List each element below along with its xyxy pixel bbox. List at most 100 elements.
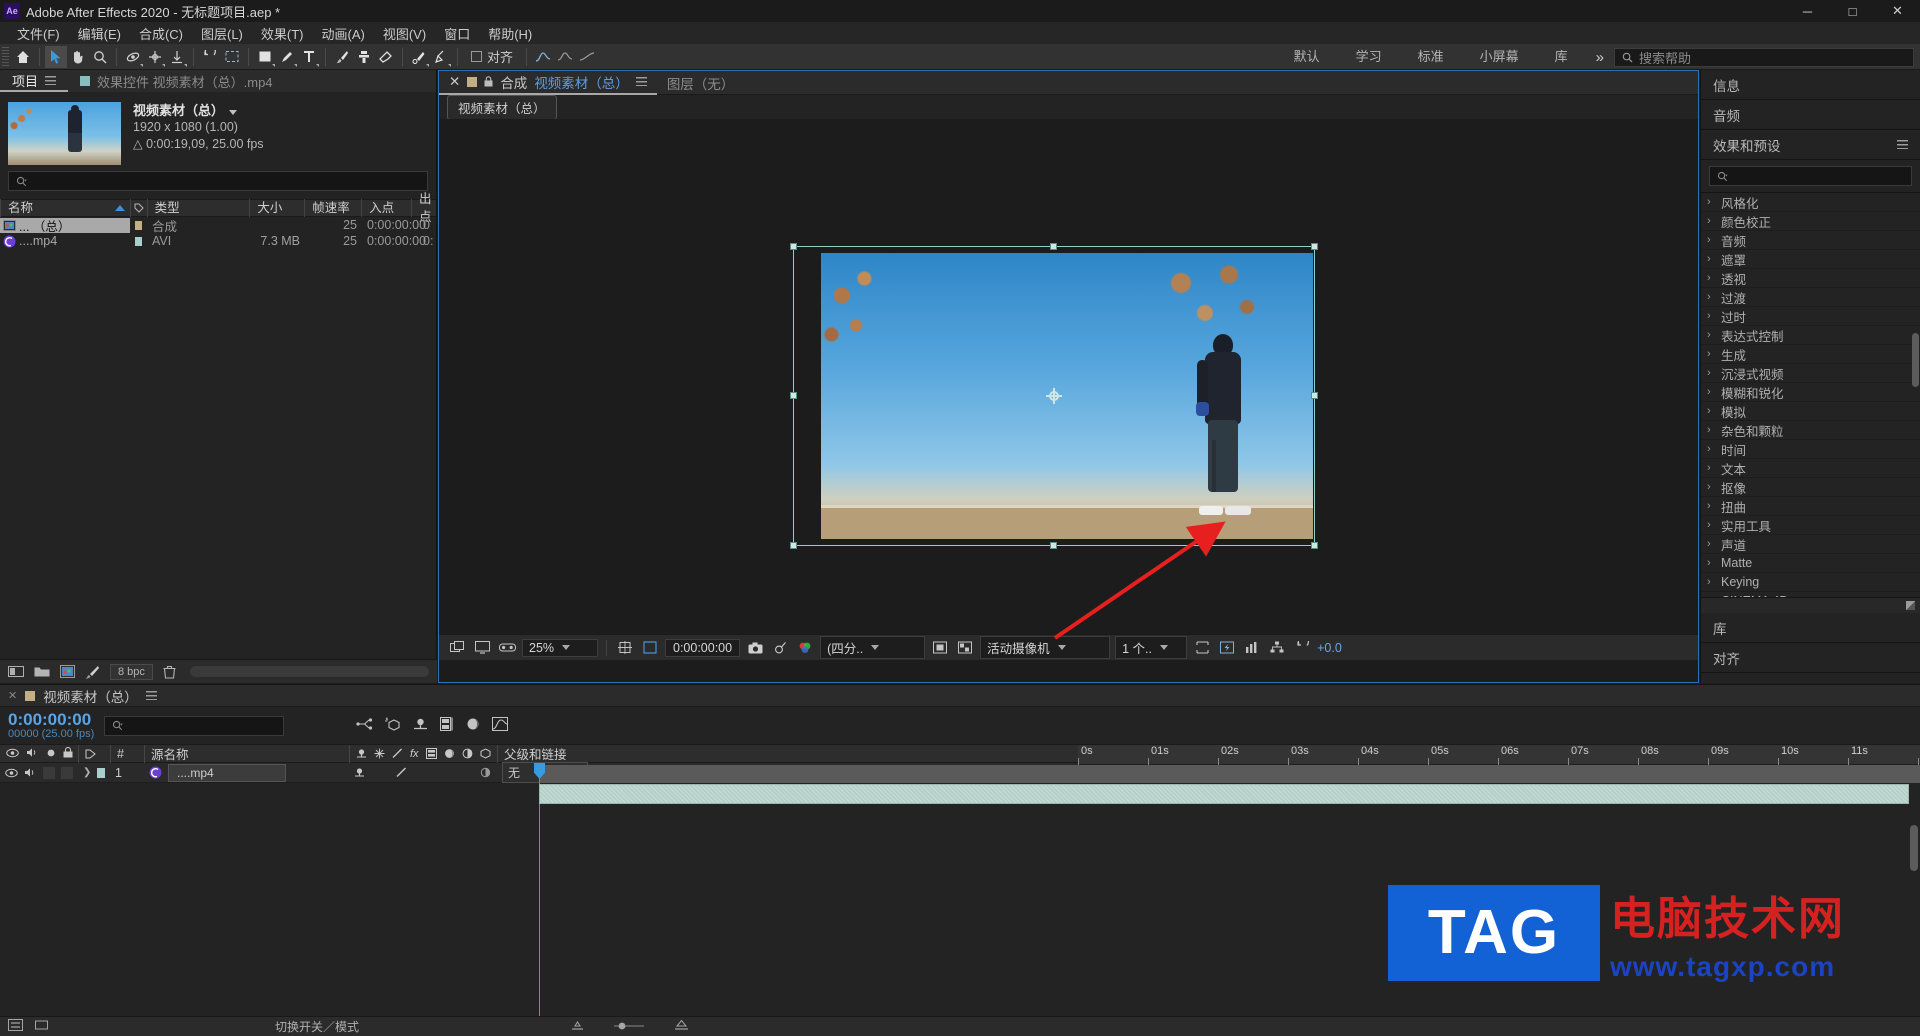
camera-view-select[interactable]: 活动摄像机 — [980, 636, 1111, 659]
resize-handle-tc[interactable] — [1050, 243, 1057, 250]
zoom-slider-track[interactable] — [614, 1020, 645, 1034]
effects-scrollbar[interactable] — [1912, 333, 1919, 387]
chevron-right-icon[interactable]: › — [1707, 367, 1715, 379]
menu-window[interactable]: 窗口 — [435, 22, 479, 45]
menu-help[interactable]: 帮助(H) — [479, 22, 541, 45]
current-time-field[interactable]: 0:00:00:00 — [665, 638, 741, 657]
selection-tool-icon[interactable] — [45, 45, 67, 68]
time-ruler[interactable]: 0s01s02s03s04s05s06s07s08s09s10s11s12s13… — [1078, 745, 1920, 765]
audio-icon[interactable] — [24, 766, 37, 779]
channels-icon[interactable] — [795, 638, 815, 658]
delete-icon[interactable] — [163, 665, 176, 679]
roto-brush-tool-icon[interactable] — [408, 46, 430, 68]
zoom-out-icon[interactable] — [571, 1019, 584, 1034]
column-out[interactable]: 出点 — [411, 192, 436, 224]
lock-icon[interactable] — [484, 76, 493, 87]
composition-frame[interactable] — [790, 243, 1318, 549]
new-folder-icon[interactable] — [34, 665, 50, 678]
zoom-in-icon[interactable] — [674, 1019, 689, 1034]
panel-audio[interactable]: 音频 — [1701, 100, 1920, 130]
effects-category-row[interactable]: › 声道 — [1701, 535, 1920, 554]
motion-blur-icon[interactable] — [466, 717, 481, 734]
panel-align[interactable]: 对齐 — [1701, 643, 1920, 673]
tab-project[interactable]: 项目 — [0, 70, 69, 92]
snapping-icon[interactable] — [554, 46, 576, 68]
column-type[interactable]: 类型 — [146, 199, 250, 217]
pen-tool-icon[interactable] — [276, 46, 298, 68]
pixel-aspect-icon[interactable] — [1192, 638, 1212, 658]
tab-composition[interactable]: ✕ 合成 视频素材（总） — [439, 71, 657, 95]
column-size[interactable]: 大小 — [249, 199, 304, 217]
table-row[interactable]: ... （总） 合成 25 0:00:00:00 0 — [0, 217, 436, 234]
effects-category-row[interactable]: › 生成 — [1701, 345, 1920, 364]
panel-menu-icon[interactable] — [1897, 140, 1908, 149]
always-preview-icon[interactable] — [447, 638, 467, 658]
adjustment-toggle-icon[interactable] — [480, 767, 491, 778]
panel-resize-handle[interactable] — [1701, 597, 1920, 613]
resize-handle-bc[interactable] — [1050, 542, 1057, 549]
region-of-interest-icon[interactable] — [640, 638, 660, 658]
workspace-more-icon[interactable]: » — [1586, 49, 1614, 66]
timeline-icon[interactable] — [1242, 638, 1262, 658]
panel-menu-icon[interactable] — [145, 691, 157, 700]
text-tool-icon[interactable] — [298, 46, 320, 68]
chevron-right-icon[interactable]: › — [1707, 443, 1715, 455]
row-name-cell[interactable]: ... （总） — [0, 217, 130, 234]
project-settings-icon[interactable] — [85, 665, 100, 679]
layer-color-swatch[interactable] — [97, 767, 105, 778]
snapshot-icon[interactable] — [745, 638, 765, 658]
chevron-right-icon[interactable]: › — [1707, 196, 1715, 208]
effects-category-row[interactable]: › 时间 — [1701, 440, 1920, 459]
chevron-right-icon[interactable]: › — [1707, 272, 1715, 284]
solo-toggle[interactable] — [43, 766, 55, 779]
resize-handle-bl[interactable] — [790, 542, 797, 549]
layer-source-name[interactable]: ....mp4 — [168, 763, 286, 782]
effects-list[interactable]: › 风格化 › 颜色校正 › 音频 › 遮罩 › 透视 › 过渡 › 过时 › 表达式控制 › 生成 › 沉浸式视频 ›… — [1701, 192, 1920, 597]
exposure-value[interactable]: +0.0 — [1317, 641, 1342, 655]
effects-category-row[interactable]: › 抠像 — [1701, 478, 1920, 497]
shape-tool-icon[interactable] — [254, 46, 276, 68]
effects-category-row[interactable]: › 模拟 — [1701, 402, 1920, 421]
resize-handle-mr[interactable] — [1311, 392, 1318, 399]
panel-menu-icon[interactable] — [45, 75, 57, 85]
quality-toggle-icon[interactable] — [396, 767, 407, 778]
item-dropdown-icon[interactable] — [229, 110, 238, 115]
graph-editor-icon[interactable] — [532, 46, 554, 68]
chevron-right-icon[interactable]: › — [1707, 329, 1715, 341]
hide-shy-layers-icon[interactable] — [412, 717, 429, 734]
label-column-header[interactable] — [78, 744, 110, 763]
rotation-tool-icon[interactable] — [199, 46, 221, 68]
clone-stamp-tool-icon[interactable] — [353, 46, 375, 68]
eraser-tool-icon[interactable] — [375, 46, 397, 68]
panel-info[interactable]: 信息 — [1701, 70, 1920, 100]
timeline-vertical-scrollbar[interactable] — [1910, 825, 1918, 871]
workspace-default[interactable]: 默认 — [1276, 44, 1338, 70]
graph-editor-icon[interactable] — [492, 717, 509, 734]
close-icon[interactable]: ✕ — [8, 689, 17, 702]
composition-mini-flowchart-icon[interactable] — [356, 717, 373, 734]
tab-effect-controls[interactable]: 效果控件 视频素材（总）.mp4 — [68, 70, 285, 92]
project-search-input[interactable] — [8, 171, 428, 191]
frame-blending-icon[interactable] — [440, 717, 455, 734]
vr-view-icon[interactable] — [497, 638, 517, 658]
row-name-cell[interactable]: ....mp4 — [0, 234, 130, 249]
menu-edit[interactable]: 编辑(E) — [69, 22, 130, 45]
transparency-grid-icon[interactable] — [955, 638, 975, 658]
column-name[interactable]: 名称 — [0, 199, 130, 217]
effects-category-row[interactable]: › 扭曲 — [1701, 497, 1920, 516]
effects-category-row[interactable]: › 表达式控制 — [1701, 326, 1920, 345]
toggle-switches-icon[interactable] — [8, 1019, 23, 1034]
effects-category-row[interactable]: › 透视 — [1701, 269, 1920, 288]
chevron-right-icon[interactable]: › — [1707, 215, 1715, 227]
timeline-search-input[interactable] — [104, 715, 285, 736]
column-framerate[interactable]: 帧速率 — [304, 199, 361, 217]
chevron-right-icon[interactable]: › — [1707, 500, 1715, 512]
puppet-pin-tool-icon[interactable] — [430, 46, 452, 68]
dolly-tool-icon[interactable] — [166, 46, 188, 68]
panel-libraries[interactable]: 库 — [1701, 613, 1920, 643]
chevron-right-icon[interactable]: › — [1707, 405, 1715, 417]
menu-file[interactable]: 文件(F) — [8, 22, 69, 45]
lock-toggle[interactable] — [61, 766, 73, 779]
effects-category-row[interactable]: › Keying — [1701, 573, 1920, 592]
workspace-small-screen[interactable]: 小屏幕 — [1462, 44, 1537, 70]
